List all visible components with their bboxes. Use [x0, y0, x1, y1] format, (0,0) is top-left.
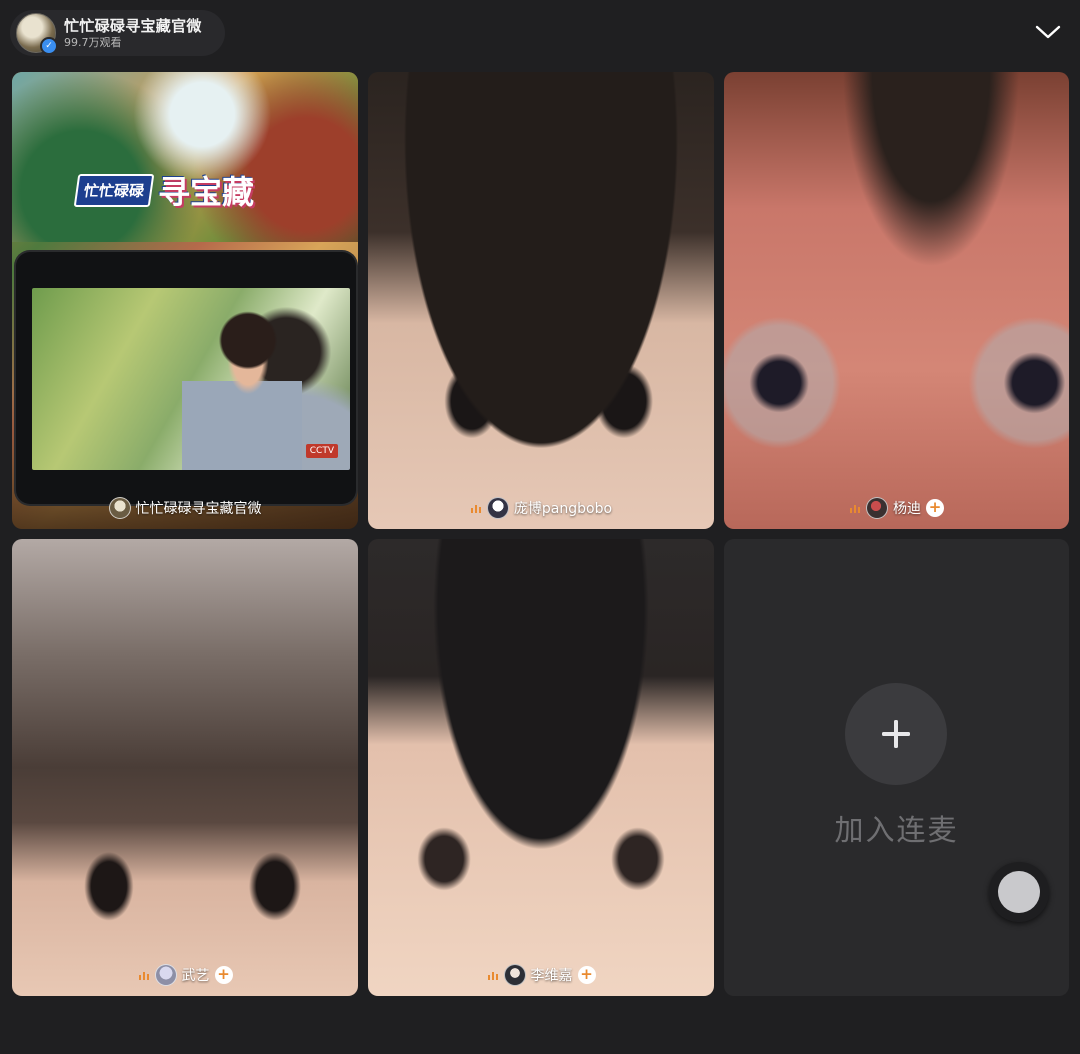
- video-tile-guest[interactable]: 武艺 +: [12, 539, 358, 996]
- guest-avatar: [154, 964, 177, 986]
- floating-button-dot: [998, 871, 1040, 913]
- join-cohost-button[interactable]: [845, 683, 947, 785]
- guest-avatar: [866, 497, 888, 519]
- guest-name: 武艺: [181, 968, 210, 984]
- follow-plus-icon[interactable]: +: [926, 499, 944, 517]
- audio-level-icon: [138, 969, 150, 981]
- collapse-button[interactable]: [1034, 20, 1062, 44]
- floating-assistive-button[interactable]: [989, 862, 1049, 922]
- viewer-count: 99.7万观看: [64, 35, 122, 49]
- tile-label[interactable]: 杨迪 +: [724, 497, 1069, 519]
- verified-icon: ✓: [40, 37, 58, 55]
- audio-level-icon: [487, 969, 499, 981]
- tile-label[interactable]: 武艺 +: [12, 964, 358, 986]
- plus-icon: [882, 720, 910, 748]
- guest-name: 杨迪: [893, 501, 921, 517]
- video-tile-guest[interactable]: 庞博pangbobo: [368, 72, 714, 529]
- audio-level-icon: [470, 502, 482, 514]
- guest-avatar: [486, 497, 509, 519]
- chevron-down-icon: [1035, 25, 1061, 39]
- tablet-device: CCTV: [16, 252, 356, 504]
- tile-label[interactable]: 忙忙碌碌寻宝藏官微: [12, 497, 358, 519]
- cohost-grid: 忙忙碌碌 寻宝藏 CCTV 忙忙碌碌寻宝藏官微 庞博pangbobo 杨迪 + …: [12, 72, 1069, 996]
- tv-channel-badge: CCTV: [305, 444, 338, 458]
- tile-name: 忙忙碌碌寻宝藏官微: [135, 501, 262, 517]
- host-mini-avatar: [108, 497, 131, 519]
- guest-name: 李维嘉: [530, 968, 573, 984]
- tablet-video-person: [182, 308, 302, 470]
- host-info[interactable]: ✓ 忙忙碌碌寻宝藏官微 99.7万观看: [10, 10, 225, 56]
- guest-avatar: [503, 964, 526, 986]
- follow-plus-icon[interactable]: +: [577, 966, 596, 984]
- video-tile-guest[interactable]: 杨迪 +: [724, 72, 1069, 529]
- show-logo-title: 寻宝藏: [158, 173, 255, 211]
- video-tile-guest[interactable]: 李维嘉 +: [368, 539, 714, 996]
- tile-label[interactable]: 庞博pangbobo: [368, 497, 714, 519]
- show-logo-chip: 忙忙碌碌: [73, 173, 155, 207]
- host-avatar[interactable]: ✓: [16, 13, 58, 55]
- show-logo: 忙忙碌碌 寻宝藏: [73, 167, 255, 213]
- follow-plus-icon[interactable]: +: [214, 966, 233, 984]
- guest-name: 庞博pangbobo: [513, 501, 613, 517]
- join-cohost-label: 加入连麦: [834, 813, 959, 847]
- show-poster: [12, 72, 358, 242]
- tile-label[interactable]: 李维嘉 +: [368, 964, 714, 986]
- tablet-screen: CCTV: [32, 288, 350, 470]
- join-cohost-slot[interactable]: 加入连麦: [724, 539, 1069, 996]
- host-name: 忙忙碌碌寻宝藏官微: [64, 16, 202, 35]
- audio-level-icon: [849, 502, 861, 514]
- video-tile-host[interactable]: 忙忙碌碌 寻宝藏 CCTV 忙忙碌碌寻宝藏官微: [12, 72, 358, 529]
